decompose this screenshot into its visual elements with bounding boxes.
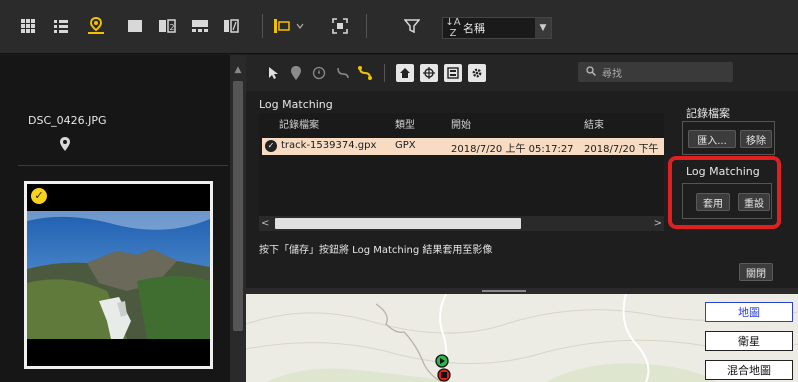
filmstrip-icon[interactable] — [188, 14, 212, 38]
row-start: 2018/7/20 上午 05:17:27 — [451, 144, 574, 155]
row-type: GPX — [395, 140, 416, 151]
gear-icon[interactable] — [468, 64, 486, 82]
chevron-down-icon: ▼ — [535, 18, 551, 38]
home-icon[interactable] — [396, 64, 414, 82]
scrollbar-thumb[interactable] — [275, 218, 521, 229]
search-placeholder: 尋找 — [602, 68, 622, 80]
log-file-table: 記錄檔案 類型 開始 結束 ✓ track-1539374.gpx GPX 20… — [259, 113, 664, 231]
log-matching-group: 套用 重設 — [682, 183, 772, 219]
mountain-photo — [27, 211, 210, 339]
remove-button[interactable]: 移除 — [740, 130, 772, 148]
search-icon — [586, 65, 596, 79]
toolbar-divider — [384, 64, 385, 82]
splitter-grip[interactable] — [482, 290, 526, 292]
compare-icon[interactable]: 2 — [155, 14, 179, 38]
log-matching-icon[interactable] — [356, 64, 374, 82]
fullscreen-icon[interactable] — [328, 14, 352, 38]
log-matching-group-title: Log Matching — [686, 165, 760, 178]
left-panel-scrollbar[interactable]: ▲ — [230, 55, 246, 382]
import-button[interactable]: 匯入... — [688, 130, 736, 148]
main-toolbar: 2 ↓A Z 名稱 ▼ — [0, 0, 798, 54]
column-header[interactable]: 開始 — [451, 116, 471, 131]
svg-text:2: 2 — [170, 23, 175, 32]
search-input[interactable]: 尋找 — [578, 62, 733, 82]
map-pin-icon[interactable] — [84, 14, 108, 38]
map-type-map-button[interactable]: 地圖 — [705, 302, 793, 322]
toolbar-divider — [366, 14, 367, 38]
map-type-hybrid-button[interactable]: 混合地圖 — [705, 360, 793, 380]
column-header[interactable]: 結束 — [584, 116, 604, 131]
map-toolbar: 尋找 — [246, 55, 798, 91]
split-icon[interactable] — [219, 14, 243, 38]
pointer-icon[interactable] — [264, 64, 282, 82]
photo-thumbnail[interactable]: ✓ — [24, 181, 213, 369]
filter-icon[interactable] — [400, 14, 424, 38]
scrollbar-thumb[interactable] — [233, 81, 243, 331]
scroll-right-icon[interactable]: > — [650, 216, 662, 231]
photo-filename: DSC_0426.JPG — [28, 114, 107, 127]
table-scrollbar[interactable]: < > — [259, 216, 664, 231]
check-icon: ✓ — [265, 140, 277, 152]
grid-icon[interactable] — [16, 14, 40, 38]
sort-order-icon: ↓A Z — [445, 17, 461, 39]
map-type-satellite-button[interactable]: 衛星 — [705, 331, 793, 351]
scroll-left-icon[interactable]: < — [261, 216, 273, 231]
sort-select[interactable]: ↓A Z 名稱 ▼ — [442, 17, 552, 39]
scroll-up-icon[interactable]: ▲ — [231, 63, 245, 77]
track-tool-icon[interactable] — [334, 64, 352, 82]
column-header[interactable]: 類型 — [395, 116, 415, 131]
pin-tool-icon[interactable] — [287, 64, 305, 82]
row-file: track-1539374.gpx — [281, 140, 377, 151]
reset-button[interactable]: 重設 — [738, 193, 770, 211]
list-icon[interactable] — [49, 14, 73, 38]
map-panel: 尋找 Log Matching 記錄檔案 類型 開始 結束 ✓ track-15… — [246, 55, 798, 382]
map-layers-icon[interactable] — [444, 64, 462, 82]
column-header[interactable]: 記錄檔案 — [279, 116, 319, 131]
close-button[interactable]: 關閉 — [739, 263, 773, 281]
check-icon[interactable]: ✓ — [31, 188, 47, 204]
table-header: 記錄檔案 類型 開始 結束 — [259, 116, 664, 132]
divider — [18, 165, 228, 166]
log-file-title: 記錄檔案 — [686, 107, 730, 120]
log-matching-title: Log Matching — [259, 98, 333, 111]
hint-text: 按下「儲存」按鈕將 Log Matching 結果套用至影像 — [259, 245, 493, 256]
map-view[interactable]: 地圖 衛星 混合地圖 — [246, 294, 798, 382]
label-filter-icon[interactable] — [272, 14, 308, 38]
toolbar-divider — [262, 14, 263, 38]
log-file-group: 匯入... 移除 — [682, 121, 775, 155]
single-view-icon[interactable] — [123, 14, 147, 38]
row-end: 2018/7/20 下午 — [584, 144, 659, 155]
sort-label: 名稱 — [463, 22, 485, 35]
locate-icon[interactable] — [420, 64, 438, 82]
location-pin-icon — [60, 137, 70, 151]
compass-icon[interactable] — [310, 64, 328, 82]
apply-button[interactable]: 套用 — [696, 193, 730, 211]
left-panel: DSC_0426.JPG ✓ — [0, 55, 230, 382]
table-row[interactable]: ✓ track-1539374.gpx GPX 2018/7/20 上午 05:… — [262, 138, 664, 155]
